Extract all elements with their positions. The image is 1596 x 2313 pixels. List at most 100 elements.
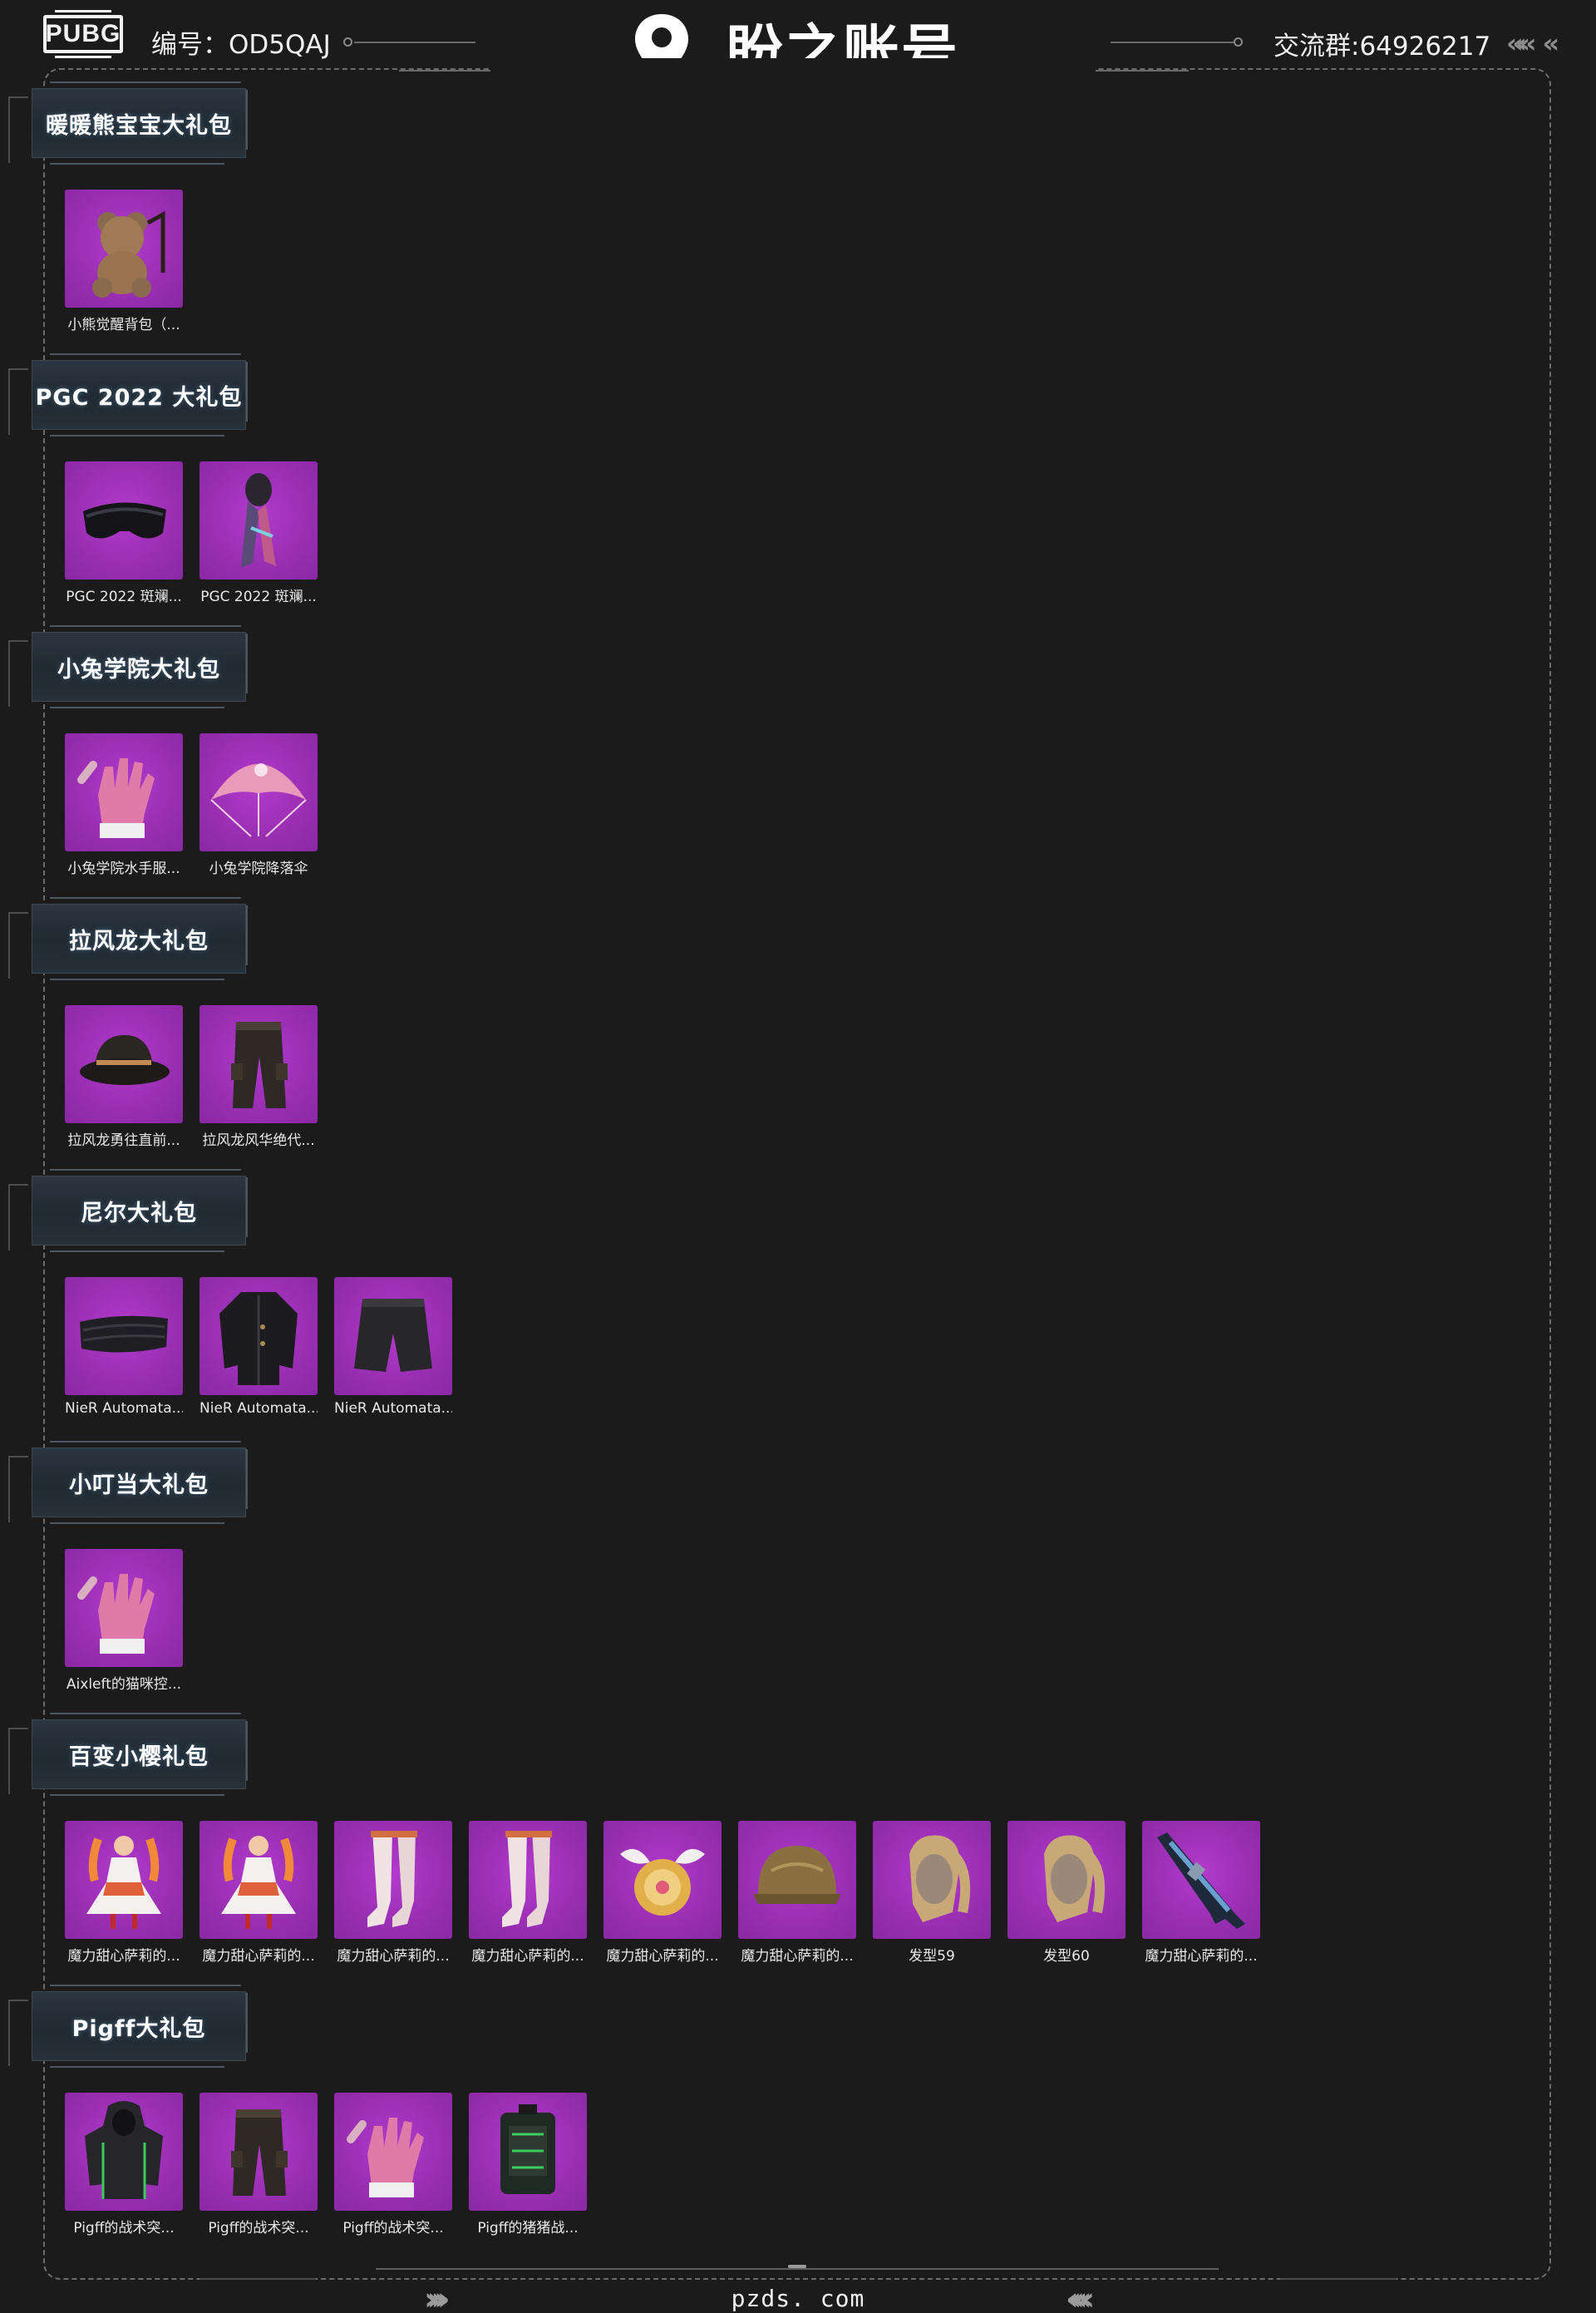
item-name: NieR Automata... xyxy=(65,1400,183,1417)
item-card[interactable]: PGC 2022 斑斓... xyxy=(200,461,318,605)
package-header: PGC 2022 大礼包 xyxy=(8,353,249,445)
footer-site[interactable]: pzds. com xyxy=(0,2285,1596,2312)
item-card[interactable]: 发型59 xyxy=(873,1821,991,1965)
footer-chevrons-left: ‹‹‹‹ ‹‹ xyxy=(1066,2281,1095,2313)
item-card[interactable]: 拉风龙风华绝代... xyxy=(200,1005,318,1149)
item-card[interactable]: NieR Automata... xyxy=(200,1277,318,1417)
package-title: 暖暖熊宝宝大礼包 xyxy=(46,112,232,139)
item-card[interactable]: 拉风龙勇往直前... xyxy=(65,1005,183,1149)
item-card[interactable]: NieR Automata... xyxy=(65,1277,183,1417)
item-card[interactable]: 魔力甜心萨莉的... xyxy=(738,1821,856,1965)
pubg-logo: PUBG xyxy=(43,10,123,58)
parachute-icon xyxy=(200,733,318,851)
item-name: Pigff的战术突... xyxy=(342,2220,444,2237)
item-name: 魔力甜心萨莉的... xyxy=(741,1948,854,1965)
item-name: 拉风龙勇往直前... xyxy=(67,1132,180,1149)
package-title: PGC 2022 大礼包 xyxy=(35,384,243,411)
item-row: 小兔学院水手服... 小兔学院降落伞 xyxy=(65,733,318,877)
package-title: Pigff大礼包 xyxy=(71,2015,206,2042)
item-name: 魔力甜心萨莉的... xyxy=(606,1948,719,1965)
item-row: NieR Automata... NieR Automata... NieR Aut… xyxy=(65,1277,452,1417)
header-divider-left xyxy=(354,42,475,43)
footer-divider-right-short xyxy=(1280,2278,1396,2280)
item-name: PGC 2022 斑斓... xyxy=(66,589,182,605)
item-card[interactable]: 小兔学院水手服... xyxy=(65,733,183,877)
item-card[interactable]: 魔力甜心萨莉的... xyxy=(334,1821,452,1965)
goggles-icon xyxy=(65,461,183,579)
hoodie-icon xyxy=(65,2093,183,2211)
pants-icon xyxy=(200,1005,318,1123)
item-card[interactable]: Pigff的战术突... xyxy=(65,2093,183,2237)
item-row: 小熊觉醒背包（... xyxy=(65,190,183,333)
footer-divider-left-short xyxy=(200,2278,316,2280)
package-header: 小叮当大礼包 xyxy=(8,1441,249,1532)
package-title: 尼尔大礼包 xyxy=(81,1200,197,1226)
item-name: PGC 2022 斑斓... xyxy=(200,589,317,605)
header-divider-dot-left xyxy=(343,37,352,47)
item-card[interactable]: 魔力甜心萨莉的... xyxy=(603,1821,722,1965)
blindfold-icon xyxy=(65,1277,183,1395)
item-card[interactable]: 魔力甜心萨莉的... xyxy=(1142,1821,1260,1965)
hairstyle-icon xyxy=(1007,1821,1126,1939)
item-name: 魔力甜心萨莉的... xyxy=(471,1948,584,1965)
helmet-icon xyxy=(738,1821,856,1939)
package-header: 拉风龙大礼包 xyxy=(8,897,249,989)
header-chevrons: «‹« « xyxy=(1506,27,1559,59)
item-card[interactable]: NieR Automata... xyxy=(334,1277,452,1417)
item-name: 小兔学院降落伞 xyxy=(209,861,308,877)
coat-icon xyxy=(200,1277,318,1395)
item-card[interactable]: Aixleft的猫咪控... xyxy=(65,1549,183,1693)
package-title: 百变小樱礼包 xyxy=(69,1743,209,1770)
item-card[interactable]: 发型60 xyxy=(1007,1821,1126,1965)
dress-icon xyxy=(200,1821,318,1939)
item-row: 拉风龙勇往直前... 拉风龙风华绝代... xyxy=(65,1005,318,1149)
item-card[interactable]: Pigff的猪猪战... xyxy=(469,2093,587,2237)
glove-icon xyxy=(334,2093,452,2211)
stockings-icon xyxy=(334,1821,452,1939)
item-card[interactable]: Pigff的战术突... xyxy=(334,2093,452,2237)
item-row: PGC 2022 斑斓... PGC 2022 斑斓... xyxy=(65,461,318,605)
item-name: Pigff的战术突... xyxy=(73,2220,175,2237)
footer: ›› ››› pzds. com ‹‹‹‹ ‹‹ xyxy=(0,2253,1596,2313)
scarf-mask-icon xyxy=(200,461,318,579)
glove-icon xyxy=(65,1549,183,1667)
item-row: Aixleft的猫咪控... xyxy=(65,1549,183,1693)
package-header: Pigff大礼包 xyxy=(8,1985,249,2076)
header-divider-right xyxy=(1111,42,1235,43)
pants-icon xyxy=(200,2093,318,2211)
footer-tab-marker xyxy=(788,2265,806,2268)
item-card[interactable]: Pigff的战术突... xyxy=(200,2093,318,2237)
chevron-left-icon: ‹‹‹‹ ‹‹ xyxy=(1066,2281,1095,2313)
group-number: 交流群:64926217 xyxy=(1273,32,1491,62)
bucket-hat-icon xyxy=(65,1005,183,1123)
item-row: Pigff的战术突... Pigff的战术突... Pigff的战术突... Pigf… xyxy=(65,2093,587,2237)
item-name: Aixleft的猫咪控... xyxy=(66,1676,182,1693)
dress-icon xyxy=(65,1821,183,1939)
package-title: 小叮当大礼包 xyxy=(69,1472,209,1498)
item-name: NieR Automata... xyxy=(200,1400,318,1417)
item-row: 魔力甜心萨莉的... 魔力甜心萨莉的... 魔力甜心萨莉的... 魔力甜心萨莉的...… xyxy=(65,1821,1260,1965)
item-name: 魔力甜心萨莉的... xyxy=(202,1948,315,1965)
hairstyle-icon xyxy=(873,1821,991,1939)
teddy-bear-backpack-icon xyxy=(65,190,183,308)
chevron-left-icon: « xyxy=(1542,27,1559,59)
item-card[interactable]: 小兔学院降落伞 xyxy=(200,733,318,877)
winged-backpack-icon xyxy=(603,1821,722,1939)
item-card[interactable]: 魔力甜心萨莉的... xyxy=(200,1821,318,1965)
item-name: 魔力甜心萨莉的... xyxy=(1145,1948,1258,1965)
glove-icon xyxy=(65,733,183,851)
package-title: 小兔学院大礼包 xyxy=(57,656,220,683)
footer-divider xyxy=(376,2268,1219,2270)
item-name: 小熊觉醒背包（... xyxy=(67,317,180,333)
item-card[interactable]: 魔力甜心萨莉的... xyxy=(65,1821,183,1965)
item-name: 魔力甜心萨莉的... xyxy=(67,1948,180,1965)
item-card[interactable]: 小熊觉醒背包（... xyxy=(65,190,183,333)
item-name: Pigff的猪猪战... xyxy=(477,2220,579,2237)
package-header: 尼尔大礼包 xyxy=(8,1169,249,1260)
package-title: 拉风龙大礼包 xyxy=(69,928,209,954)
backpack-icon xyxy=(469,2093,587,2211)
item-card[interactable]: PGC 2022 斑斓... xyxy=(65,461,183,605)
item-card[interactable]: 魔力甜心萨莉的... xyxy=(469,1821,587,1965)
item-name: 魔力甜心萨莉的... xyxy=(337,1948,450,1965)
item-name: Pigff的战术突... xyxy=(208,2220,309,2237)
